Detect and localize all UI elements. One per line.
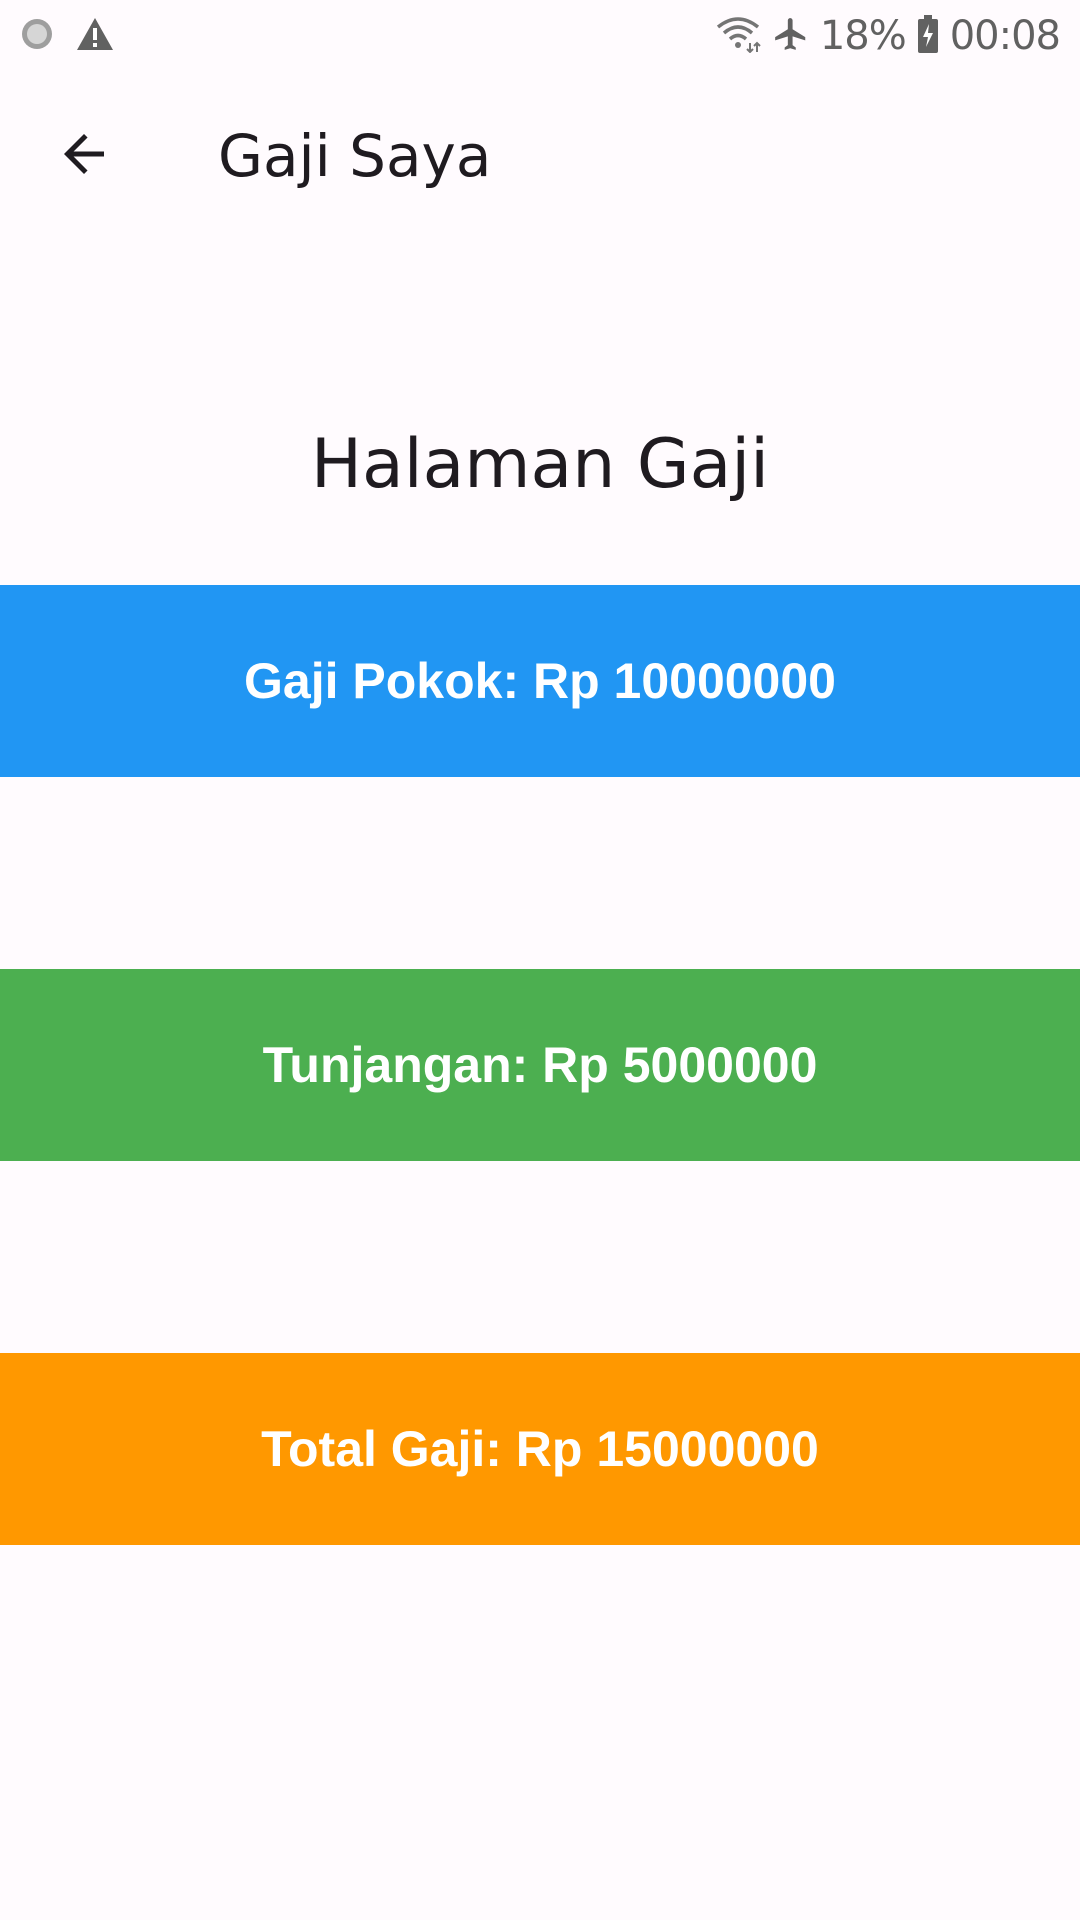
battery-percent: 18% [819, 13, 907, 59]
arrow-back-icon [54, 124, 114, 189]
wifi-icon [714, 15, 762, 58]
sync-icon [20, 17, 54, 56]
allowance-card: Tunjangan: Rp 5000000 [0, 969, 1080, 1161]
total-salary-card: Total Gaji: Rp 15000000 [0, 1353, 1080, 1545]
basic-salary-text: Gaji Pokok: Rp 10000000 [244, 653, 836, 709]
battery-charging-icon [916, 14, 940, 59]
page-heading: Halaman Gaji [310, 425, 770, 504]
status-left [20, 17, 136, 56]
status-bar: 18% 00:08 [0, 0, 1080, 72]
allowance-text: Tunjangan: Rp 5000000 [262, 1037, 818, 1093]
total-salary-text: Total Gaji: Rp 15000000 [261, 1421, 819, 1477]
airplane-icon [772, 15, 810, 58]
app-bar: Gaji Saya [0, 72, 1080, 240]
basic-salary-card: Gaji Pokok: Rp 10000000 [0, 585, 1080, 777]
clock: 00:08 [949, 13, 1061, 59]
back-button[interactable] [0, 72, 168, 240]
alert-icon [76, 17, 114, 56]
app-bar-title: Gaji Saya [218, 122, 492, 190]
status-right: 18% 00:08 [704, 13, 1061, 59]
